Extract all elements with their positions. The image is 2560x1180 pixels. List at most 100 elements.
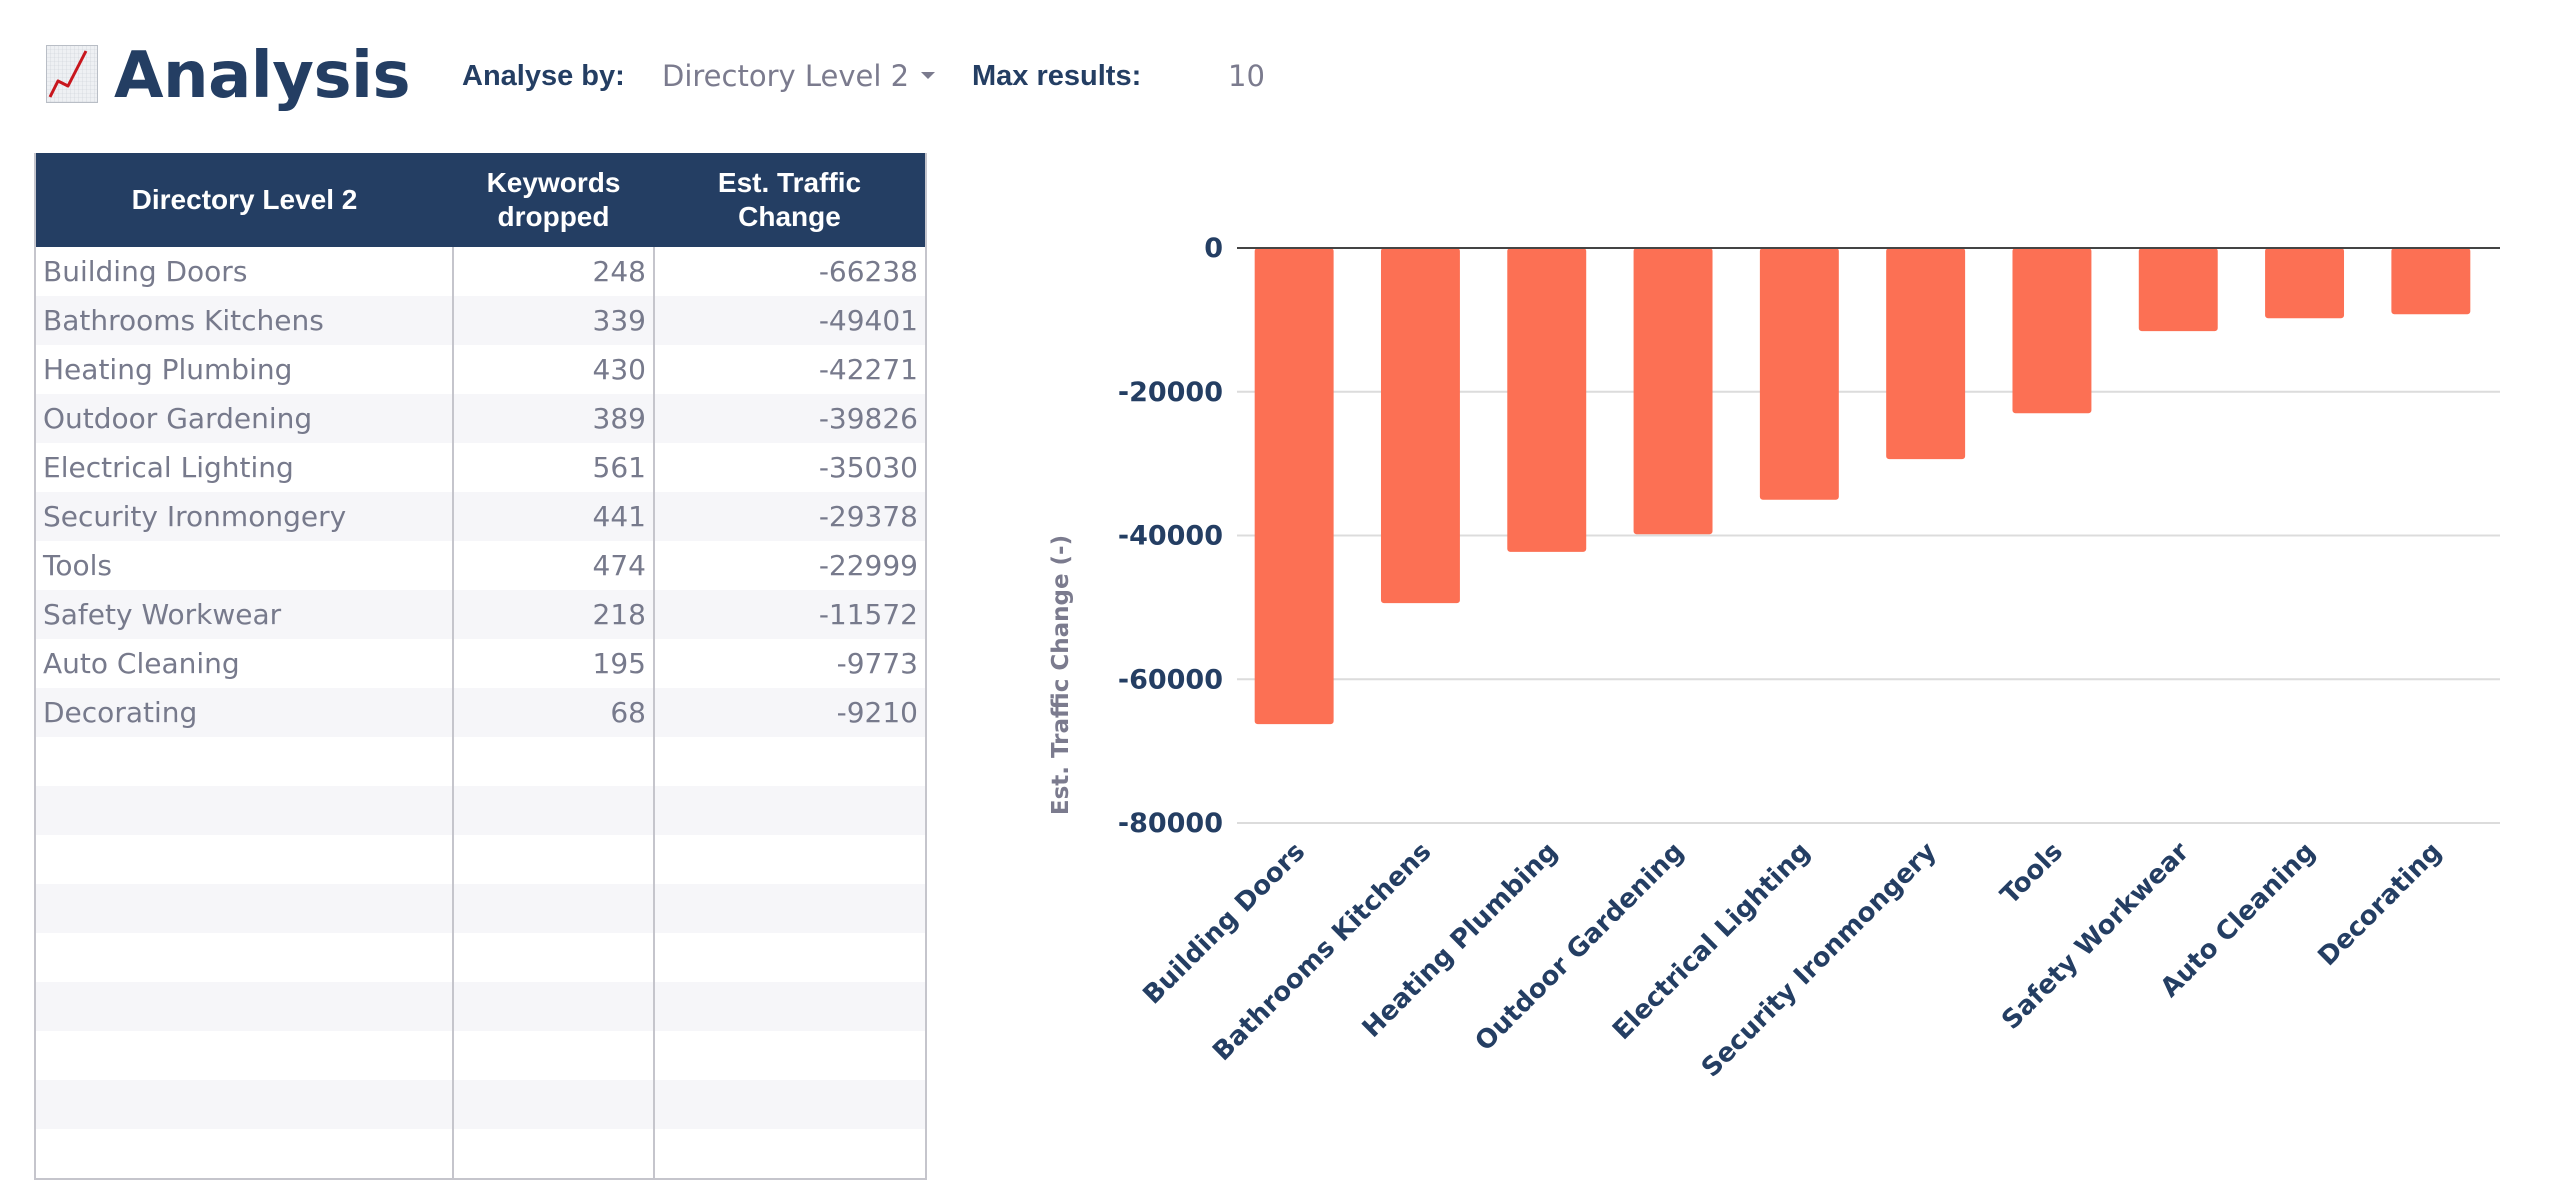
empty-cell — [35, 933, 453, 982]
analyse-by-label: Analyse by: — [462, 60, 625, 92]
cell-keywords-dropped: 561 — [452, 443, 654, 492]
empty-table-row — [35, 835, 926, 884]
bar[interactable] — [1507, 248, 1587, 552]
empty-table-row — [35, 1129, 926, 1179]
column-header-label: Change — [738, 201, 841, 232]
column-header-traffic-change[interactable]: Est. Traffic Change — [654, 153, 926, 247]
column-header-label: dropped — [497, 201, 610, 232]
cell-keywords-dropped: 339 — [452, 296, 654, 345]
cell-keywords-dropped: 68 — [452, 688, 654, 737]
cell-traffic-change: -42271 — [653, 345, 926, 394]
empty-cell — [653, 737, 926, 786]
bar[interactable] — [1254, 248, 1334, 725]
x-tick-label: Decorating — [2313, 837, 2448, 972]
empty-table-row — [35, 786, 926, 835]
max-results-input[interactable]: 10 — [1228, 58, 1265, 94]
column-header-keywords-dropped[interactable]: Keywords dropped — [453, 153, 654, 247]
bar[interactable] — [1886, 248, 1966, 460]
chevron-down-icon — [921, 71, 936, 79]
cell-traffic-change: -49401 — [653, 296, 926, 345]
x-tick-label: Security Ironmongery — [1696, 837, 1943, 1084]
cell-keywords-dropped: 441 — [452, 492, 654, 541]
bar[interactable] — [2391, 248, 2471, 315]
empty-cell — [653, 1031, 926, 1080]
analyse-by-value: Directory Level 2 — [662, 59, 910, 93]
column-header-directory[interactable]: Directory Level 2 — [35, 153, 453, 247]
bar[interactable] — [1759, 248, 1839, 500]
empty-cell — [653, 835, 926, 884]
cell-directory: Safety Workwear — [35, 590, 453, 639]
column-header-label: Directory Level 2 — [131, 184, 358, 215]
header-bar: Analysis Analyse by: Directory Level 2 M… — [0, 0, 2560, 150]
cell-keywords-dropped: 195 — [452, 639, 654, 688]
y-tick-label: -60000 — [1118, 664, 1223, 695]
table-row[interactable]: Outdoor Gardening 389 -39826 — [35, 394, 926, 443]
cell-traffic-change: -9773 — [653, 639, 926, 688]
cell-traffic-change: -35030 — [653, 443, 926, 492]
bar[interactable] — [2012, 248, 2092, 414]
chart-increasing-icon — [46, 45, 98, 103]
table-row[interactable]: Building Doors 248 -66238 — [35, 247, 926, 296]
cell-directory: Auto Cleaning — [43, 647, 240, 680]
empty-cell — [452, 1031, 654, 1080]
cell-traffic-change: -9210 — [653, 688, 926, 737]
empty-cell — [35, 1031, 453, 1080]
max-results-label: Max results: — [972, 60, 1142, 92]
cell-directory: Tools — [43, 549, 112, 582]
empty-cell — [35, 982, 453, 1031]
y-tick-label: -80000 — [1118, 808, 1223, 839]
table-header: Directory Level 2 Keywords dropped Est. Tra… — [35, 153, 926, 247]
table-row[interactable]: Decorating 68 -9210 — [35, 688, 926, 737]
cell-traffic-change: -39826 — [653, 394, 926, 443]
x-tick-label: Tools — [1995, 837, 2069, 911]
x-tick-label: Bathrooms Kitchens — [1207, 837, 1437, 1067]
empty-cell — [452, 982, 654, 1031]
table-row[interactable]: Auto Cleaning 195 -9773 — [35, 639, 926, 688]
analyse-by-dropdown[interactable]: Directory Level 2 — [662, 58, 936, 94]
empty-cell — [653, 982, 926, 1031]
empty-cell — [452, 835, 654, 884]
empty-cell — [452, 884, 654, 933]
cell-keywords-dropped: 218 — [452, 590, 654, 639]
results-table: Directory Level 2 Keywords dropped Est. Tra… — [34, 153, 927, 1180]
empty-cell — [653, 1080, 926, 1129]
empty-table-row — [35, 737, 926, 786]
page-title: Analysis — [114, 39, 411, 113]
x-tick-label: Outdoor Gardening — [1470, 837, 1690, 1057]
bar[interactable] — [1633, 248, 1713, 535]
table-row[interactable]: Security Ironmongery 441 -29378 — [35, 492, 926, 541]
cell-directory: Building Doors — [43, 255, 248, 288]
cell-traffic-change: -29378 — [653, 492, 926, 541]
cell-keywords-dropped: 248 — [452, 247, 654, 296]
column-header-label: Est. Traffic — [717, 167, 862, 198]
bar[interactable] — [2265, 248, 2345, 319]
table-row[interactable]: Bathrooms Kitchens 339 -49401 — [35, 296, 926, 345]
bar-chart: 0-20000-40000-60000-80000Building DoorsB… — [1048, 233, 2500, 1084]
bar[interactable] — [2138, 248, 2218, 332]
cell-traffic-change: -11572 — [653, 590, 926, 639]
empty-cell — [653, 786, 926, 835]
empty-table-row — [35, 982, 926, 1031]
empty-cell — [35, 1129, 453, 1179]
cell-keywords-dropped: 389 — [452, 394, 654, 443]
y-axis-title: Est. Traffic Change (-) — [1048, 535, 1074, 815]
column-header-label: Keywords — [486, 167, 621, 198]
table-row[interactable]: Tools 474 -22999 — [35, 541, 926, 590]
empty-cell — [35, 1080, 453, 1129]
traffic-change-chart: 0 -20000 -40000 -60000 -80000 Building Doors B… — [1000, 150, 2560, 1150]
empty-cell — [452, 933, 654, 982]
cell-keywords-dropped: 474 — [452, 541, 654, 590]
table-row[interactable]: Heating Plumbing 430 -42271 — [35, 345, 926, 394]
empty-cell — [452, 1129, 654, 1179]
empty-table-row — [35, 1031, 926, 1080]
cell-traffic-change: -22999 — [653, 541, 926, 590]
table-body: Building Doors 248 -66238 Bathrooms Kitchen… — [35, 247, 926, 1179]
table-row[interactable]: Electrical Lighting 561 -35030 — [35, 443, 926, 492]
cell-traffic-change: -66238 — [653, 247, 926, 296]
empty-cell — [452, 786, 654, 835]
bar[interactable] — [1380, 248, 1460, 604]
cell-directory: Security Ironmongery — [35, 492, 453, 541]
cell-directory: Decorating — [35, 688, 453, 737]
empty-cell — [452, 737, 654, 786]
table-row[interactable]: Safety Workwear 218 -11572 — [35, 590, 926, 639]
